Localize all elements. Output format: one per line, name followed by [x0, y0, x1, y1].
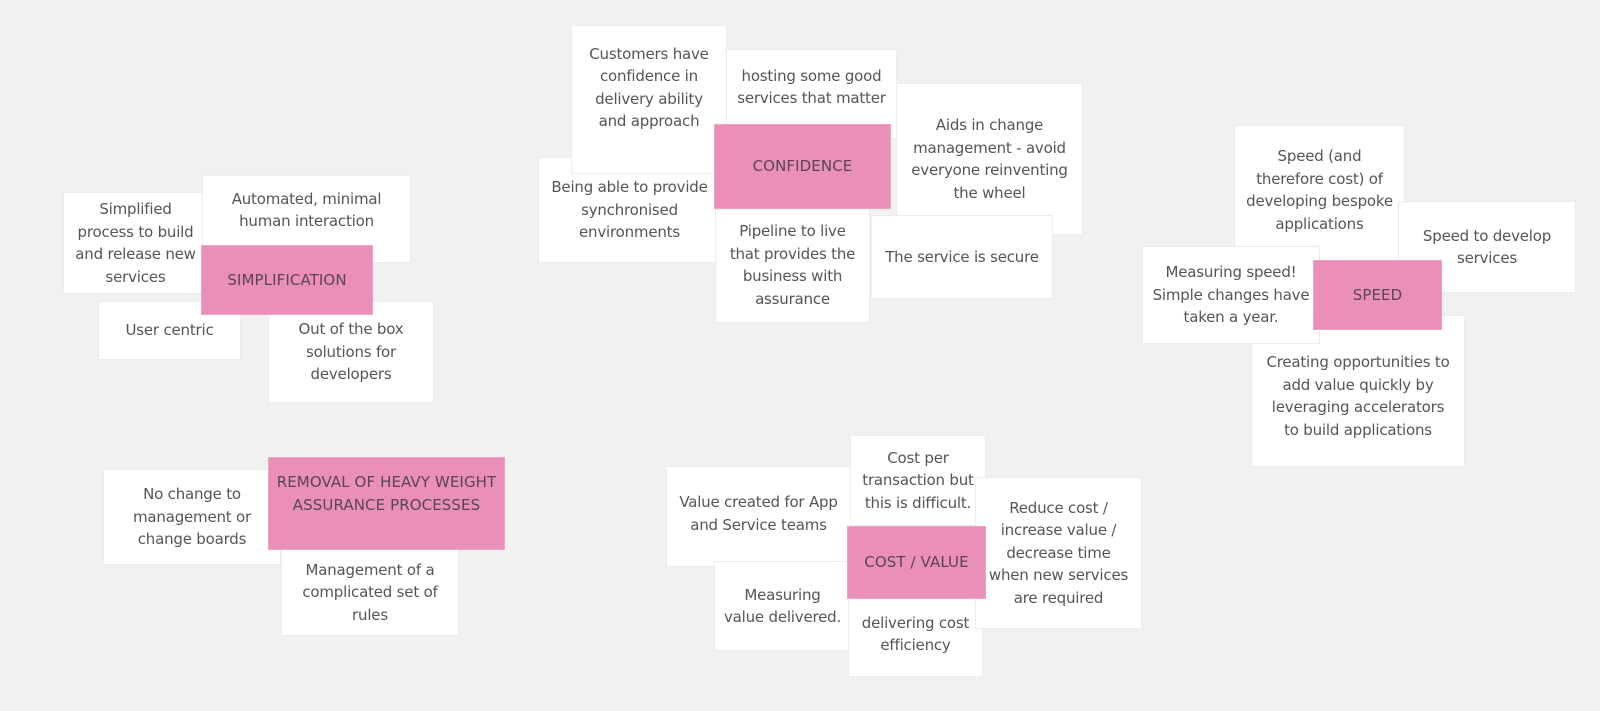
- note-text: Speed (and therefore cost) of developing…: [1246, 147, 1393, 233]
- note-text: Customers have confidence in delivery ab…: [589, 44, 709, 131]
- note-text: Creating opportunities to add value quic…: [1266, 353, 1450, 439]
- note-text: delivering cost efficiency: [861, 613, 970, 655]
- topic-note-removal-of-heavy-weight-assurance[interactable]: REMOVAL OF HEAVY WEIGHT ASSURANCE PROCES…: [268, 457, 505, 550]
- note-simplified-process[interactable]: Simplified process to build and release …: [63, 192, 208, 294]
- note-text: Cost per transaction but this is difficu…: [862, 448, 974, 512]
- note-measuring-speed[interactable]: Measuring speed! Simple changes have tak…: [1142, 246, 1320, 344]
- note-text: Value created for App and Service teams: [679, 493, 838, 534]
- topic-text: REMOVAL OF HEAVY WEIGHT ASSURANCE PROCES…: [276, 473, 497, 514]
- topic-text: CONFIDENCE: [752, 157, 853, 176]
- topic-note-confidence[interactable]: CONFIDENCE: [714, 124, 891, 209]
- topic-text: SIMPLIFICATION: [227, 270, 347, 289]
- note-delivering-cost-efficiency[interactable]: delivering cost efficiency: [848, 597, 983, 677]
- note-text: Speed to develop services: [1422, 226, 1552, 268]
- topic-note-speed[interactable]: SPEED: [1313, 260, 1442, 330]
- topic-note-cost-value[interactable]: COST / VALUE: [847, 526, 986, 599]
- note-text: Automated, minimal human interaction: [231, 189, 382, 231]
- topic-text: COST / VALUE: [864, 553, 969, 572]
- note-reduce-cost-increase-value[interactable]: Reduce cost / increase value / decrease …: [975, 477, 1142, 629]
- note-out-of-the-box[interactable]: Out of the box solutions for developers: [268, 301, 434, 403]
- note-text: Aids in change management - avoid everyo…: [911, 116, 1068, 202]
- sticky-note-board: Simplified process to build and release …: [0, 0, 1600, 711]
- note-text: User centric: [125, 321, 214, 340]
- note-text: Being able to provide synchronised envir…: [551, 178, 708, 242]
- note-text: Reduce cost / increase value / decrease …: [988, 498, 1129, 607]
- note-aids-in-change-management[interactable]: Aids in change management - avoid everyo…: [896, 83, 1083, 235]
- note-cost-per-transaction[interactable]: Cost per transaction but this is difficu…: [850, 435, 986, 526]
- note-pipeline-to-live[interactable]: Pipeline to live that provides the busin…: [715, 207, 870, 323]
- note-customers-have-confidence[interactable]: Customers have confidence in delivery ab…: [571, 25, 727, 174]
- note-value-created[interactable]: Value created for App and Service teams: [666, 466, 851, 567]
- note-text: Management of a complicated set of rules: [302, 560, 438, 624]
- note-no-change-to-management[interactable]: No change to management or change boards: [103, 469, 281, 565]
- note-text: Pipeline to live that provides the busin…: [729, 222, 856, 308]
- note-measuring-value-delivered[interactable]: Measuring value delivered.: [714, 561, 851, 651]
- note-text: The service is secure: [885, 247, 1039, 266]
- note-management-of-rules[interactable]: Management of a complicated set of rules: [281, 545, 459, 636]
- note-text: Measuring speed! Simple changes have tak…: [1152, 263, 1310, 327]
- note-text: Measuring value delivered.: [723, 585, 842, 627]
- note-service-is-secure[interactable]: The service is secure: [871, 215, 1053, 299]
- topic-note-simplification[interactable]: SIMPLIFICATION: [201, 245, 373, 315]
- note-text: No change to management or change boards: [133, 485, 251, 549]
- note-text: hosting some good services that matter: [737, 66, 886, 108]
- note-text: Simplified process to build and release …: [75, 200, 196, 286]
- topic-text: SPEED: [1352, 285, 1403, 304]
- note-text: Out of the box solutions for developers: [298, 320, 404, 384]
